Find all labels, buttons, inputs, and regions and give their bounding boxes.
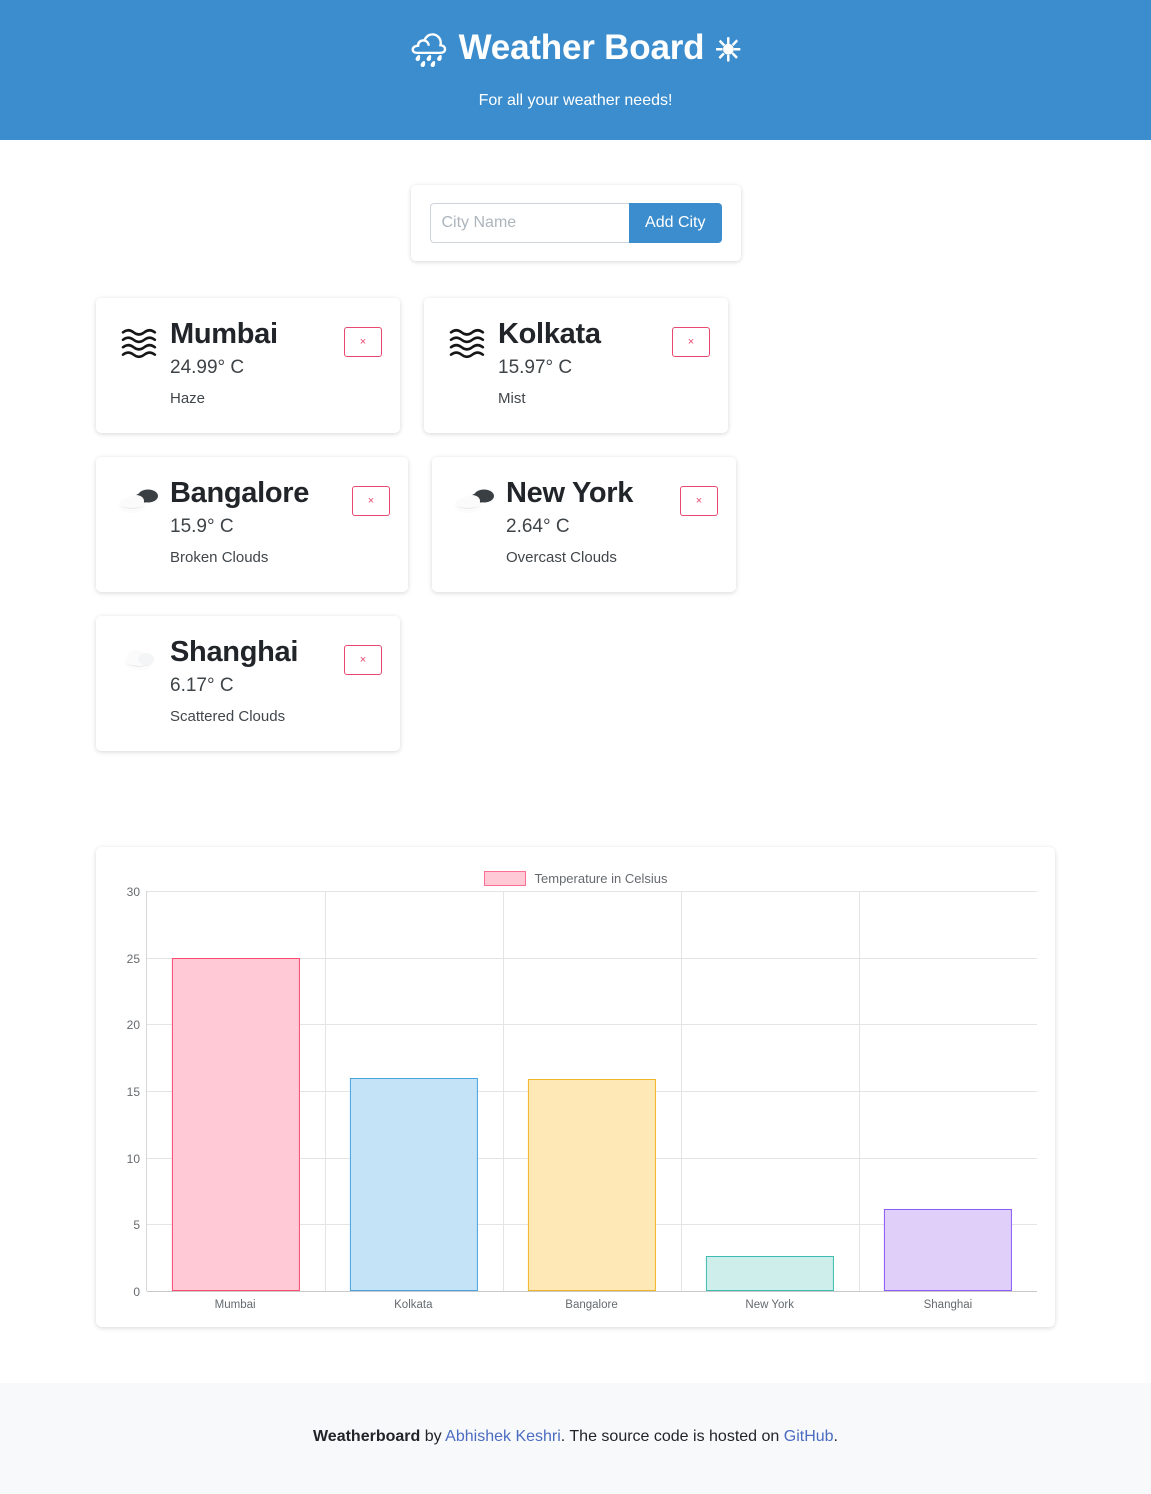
search-section: Add City bbox=[0, 185, 1151, 261]
city-card: New York 2.64° C Overcast Clouds × bbox=[432, 457, 736, 592]
page-title-text: Weather Board bbox=[458, 28, 705, 67]
city-name-input[interactable] bbox=[429, 203, 630, 243]
page-tagline: For all your weather needs! bbox=[478, 92, 673, 109]
city-condition: Mist bbox=[498, 390, 526, 408]
mist-icon bbox=[442, 318, 494, 360]
page-footer: Weatherboard by Abhishek Keshri. The sou… bbox=[0, 1383, 1151, 1494]
chart-bar[interactable] bbox=[349, 1078, 479, 1291]
delete-city-button[interactable]: × bbox=[352, 486, 390, 516]
chart-y-tick-label: 10 bbox=[126, 1151, 140, 1166]
city-condition: Scattered Clouds bbox=[170, 708, 286, 726]
rain-cloud-icon: 🌧 bbox=[408, 32, 450, 68]
footer-brand: Weatherboard bbox=[312, 1428, 421, 1445]
search-row: Add City bbox=[429, 203, 722, 243]
city-card: Shanghai 6.17° C Scattered Clouds × bbox=[96, 616, 400, 751]
chart-y-tick-label: 0 bbox=[133, 1285, 140, 1299]
page-title: 🌧 Weather Board ☀ bbox=[0, 26, 1151, 70]
chart-x-tick-label: New York bbox=[745, 1299, 794, 1311]
city-temperature: 15.9° C bbox=[170, 516, 234, 538]
delete-city-button[interactable]: × bbox=[344, 327, 382, 357]
chart-x-tick-label: Bangalore bbox=[565, 1299, 618, 1311]
city-condition: Overcast Clouds bbox=[506, 549, 617, 567]
chart-y-tick-label: 5 bbox=[133, 1218, 140, 1233]
chart-bar[interactable] bbox=[883, 1208, 1013, 1291]
footer-end-text: . bbox=[833, 1428, 838, 1445]
chart-x-tick-label: Kolkata bbox=[394, 1299, 433, 1311]
footer-by-text: by bbox=[420, 1428, 446, 1445]
chart-bar-cell bbox=[325, 891, 503, 1291]
city-condition: Haze bbox=[170, 390, 206, 408]
city-card: Bangalore 15.9° C Broken Clouds × bbox=[96, 457, 408, 592]
chart-legend[interactable]: Temperature in Celsius bbox=[114, 865, 1037, 891]
chart-x-axis-labels: Mumbai Kolkata Bangalore New York Shanghai bbox=[146, 1299, 1037, 1311]
chart-y-tick-label: 20 bbox=[126, 1018, 140, 1033]
footer-author-link[interactable]: Abhishek Keshri bbox=[445, 1428, 561, 1445]
scattered-clouds-icon bbox=[114, 636, 166, 676]
chart-bars bbox=[147, 891, 1037, 1291]
city-cards-grid: Mumbai 24.99° C Haze × Kolkata 15.97° C Mist × B… bbox=[96, 298, 1055, 751]
chart-gridline: 0 bbox=[133, 1285, 1037, 1299]
temperature-chart-card: Temperature in Celsius 0 5 10 15 20 25 30 Mumb… bbox=[96, 847, 1055, 1327]
chart-plot-area: 0 5 10 15 20 25 30 bbox=[127, 885, 1037, 1299]
chart-bar-cell bbox=[147, 891, 325, 1291]
overcast-clouds-icon bbox=[450, 477, 502, 519]
footer-middle-text: . The source code is hosted on bbox=[560, 1428, 784, 1445]
sun-icon: ☀ bbox=[713, 32, 743, 68]
legend-swatch-icon bbox=[483, 870, 526, 886]
chart-bar-cell bbox=[681, 891, 859, 1291]
chart-bar[interactable] bbox=[705, 1255, 835, 1291]
chart-y-tick-label: 30 bbox=[126, 885, 140, 899]
page-header: 🌧 Weather Board ☀ For all your weather n… bbox=[0, 0, 1151, 140]
chart-bar-cell bbox=[859, 891, 1037, 1291]
search-card: Add City bbox=[410, 185, 741, 261]
broken-clouds-icon bbox=[114, 477, 166, 519]
chart-y-tick-label: 15 bbox=[126, 1085, 140, 1099]
city-temperature: 6.17° C bbox=[170, 675, 234, 697]
city-temperature: 2.64° C bbox=[506, 516, 570, 538]
legend-label: Temperature in Celsius bbox=[534, 870, 668, 886]
footer-github-link[interactable]: GitHub bbox=[784, 1428, 834, 1445]
delete-city-button[interactable]: × bbox=[680, 486, 718, 516]
chart-x-tick-label: Shanghai bbox=[923, 1299, 973, 1311]
chart-y-tick-label: 25 bbox=[126, 951, 140, 966]
delete-city-button[interactable]: × bbox=[344, 645, 382, 675]
chart-bar[interactable] bbox=[171, 957, 301, 1291]
delete-city-button[interactable]: × bbox=[672, 327, 710, 357]
haze-icon bbox=[114, 318, 166, 360]
chart-bar-cell bbox=[503, 891, 681, 1291]
city-card: Kolkata 15.97° C Mist × bbox=[424, 298, 728, 433]
add-city-button[interactable]: Add City bbox=[629, 203, 722, 243]
city-temperature: 24.99° C bbox=[170, 357, 245, 379]
chart-x-tick-label: Mumbai bbox=[214, 1299, 256, 1311]
city-temperature: 15.97° C bbox=[498, 357, 573, 379]
city-condition: Broken Clouds bbox=[170, 549, 269, 567]
chart-bar[interactable] bbox=[527, 1079, 657, 1291]
city-card: Mumbai 24.99° C Haze × bbox=[96, 298, 400, 433]
